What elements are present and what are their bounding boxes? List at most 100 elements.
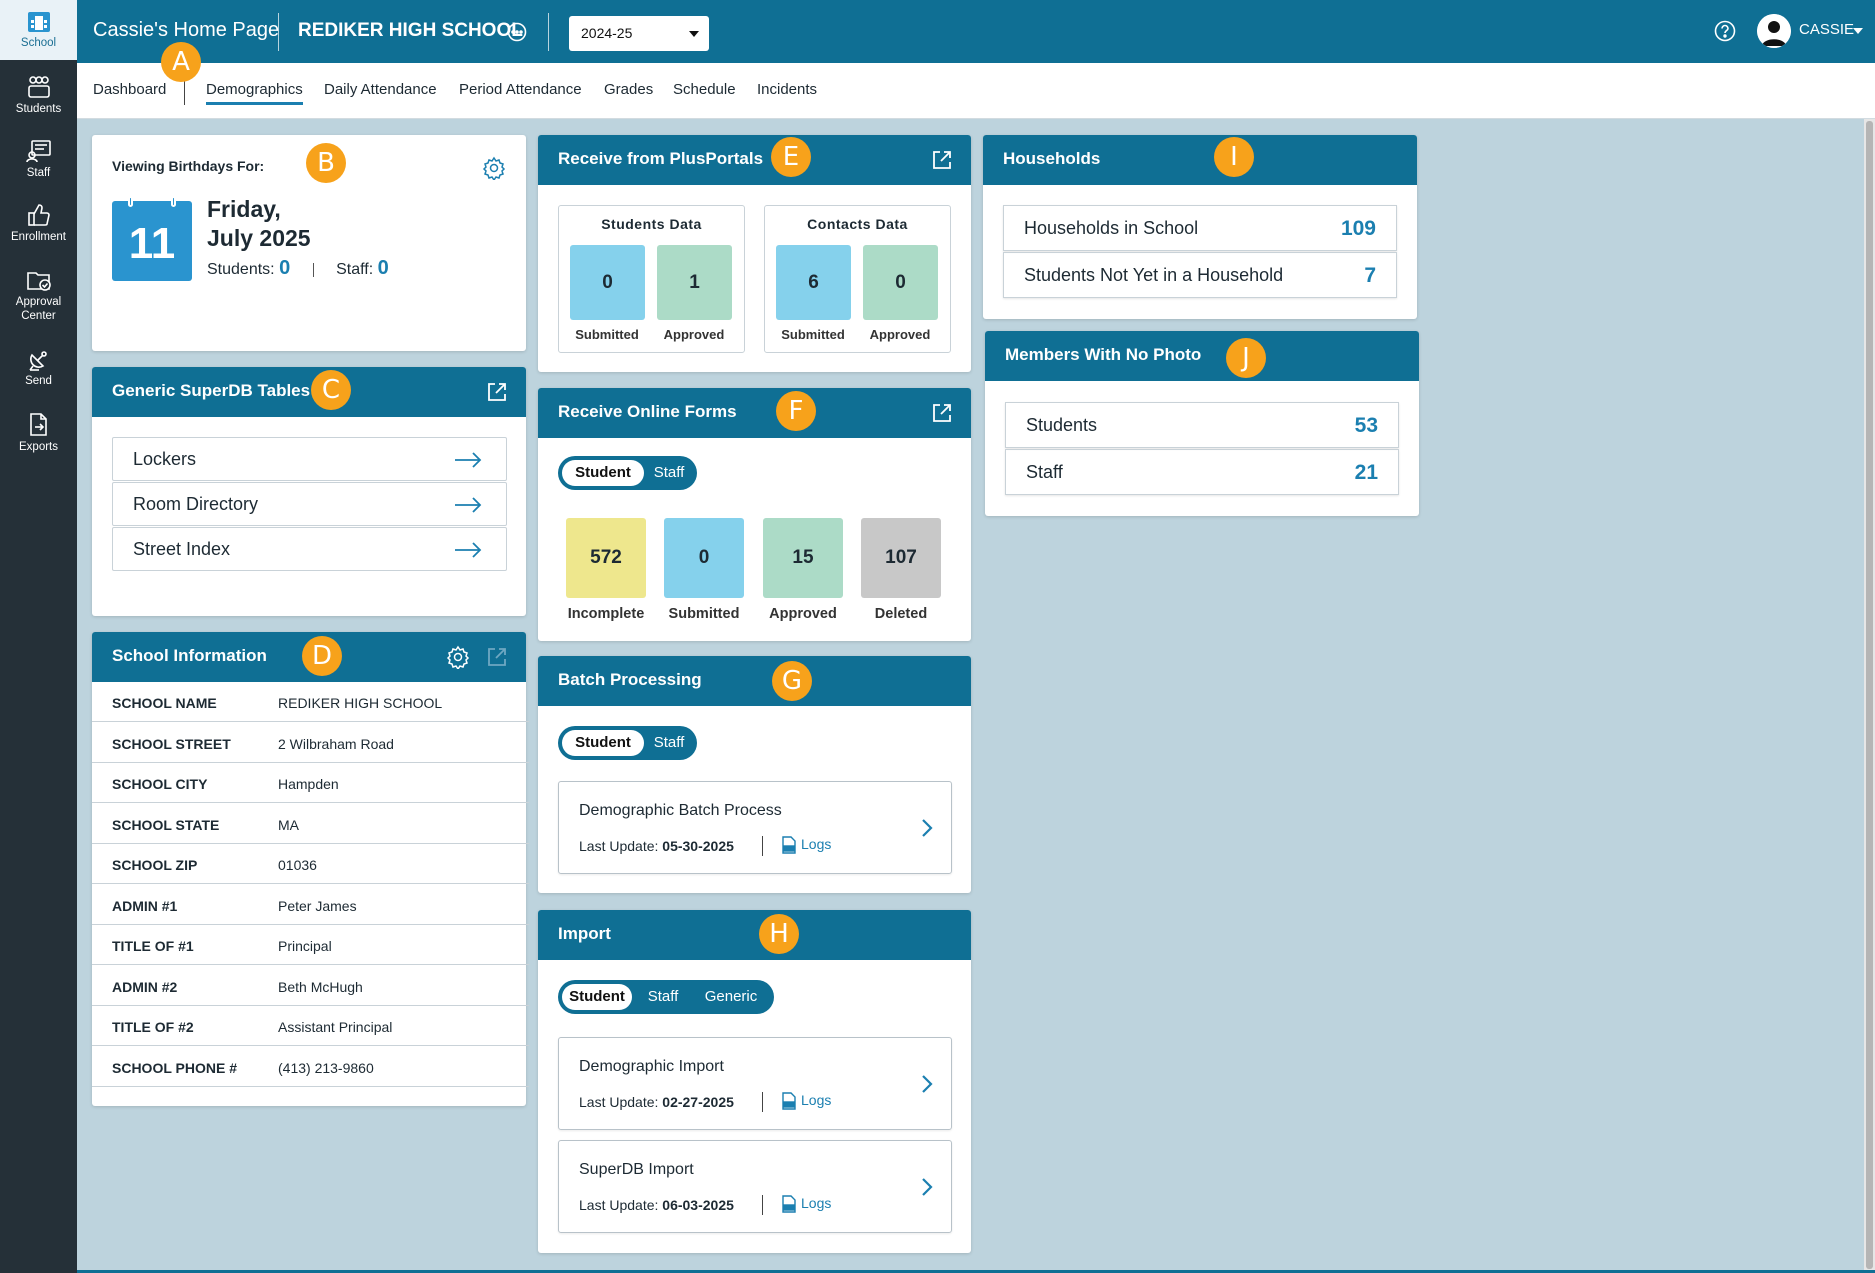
satellite-icon (28, 351, 47, 371)
toggle-student[interactable]: Student (562, 984, 632, 1010)
rail-item-enrollment[interactable]: Enrollment (0, 203, 77, 244)
log-file-icon (782, 1195, 796, 1213)
superdb-import-item[interactable]: SuperDB Import Last Update: 06-03-2025 L… (558, 1140, 952, 1233)
external-link-icon[interactable] (931, 149, 953, 176)
toggle-staff[interactable]: Staff (646, 730, 692, 756)
logs-label: Logs (801, 1195, 832, 1211)
scrollbar[interactable] (1864, 119, 1875, 1273)
students-not-in-household-row[interactable]: Students Not Yet in a Household 7 (1003, 252, 1397, 298)
incomplete-tile[interactable]: 572 (566, 518, 646, 598)
tab-period-attendance[interactable]: Period Attendance (459, 81, 582, 98)
contacts-approved-tile[interactable]: 0 (863, 245, 938, 320)
divider (762, 836, 763, 856)
toggle-student[interactable]: Student (562, 460, 644, 486)
approved-tile[interactable]: 15 (763, 518, 843, 598)
divider (312, 262, 314, 277)
last-update-date: 05-30-2025 (662, 838, 734, 854)
help-icon[interactable] (1714, 20, 1736, 47)
rail-label: Send (25, 375, 52, 387)
last-update: Last Update: 02-27-2025 (579, 1094, 734, 1110)
birthdays-label: Viewing Birthdays For: (112, 158, 265, 174)
student-staff-toggle[interactable]: Student Staff (558, 456, 697, 490)
batch-process-item[interactable]: Demographic Batch Process Last Update: 0… (558, 781, 952, 874)
arrow-right-icon (455, 542, 482, 558)
external-link-icon (486, 646, 508, 673)
field-value: Hampden (278, 776, 339, 792)
tab-grades[interactable]: Grades (604, 81, 653, 98)
tile-label: Incomplete (567, 606, 645, 622)
logs-link[interactable]: Logs (781, 836, 831, 854)
superdb-item-lockers[interactable]: Lockers (112, 437, 507, 481)
tile-label: Submitted (668, 606, 740, 622)
last-update-label: Last Update: (579, 838, 659, 854)
badge-a: A (161, 42, 201, 82)
rail-item-school[interactable]: School (0, 0, 77, 60)
households-in-school-row[interactable]: Households in School 109 (1003, 205, 1397, 251)
rail-label: School (20, 37, 57, 49)
tile-label: Deleted (874, 606, 928, 622)
badge-e: E (771, 137, 811, 177)
avatar[interactable] (1757, 14, 1791, 48)
row-value: 21 (1354, 461, 1378, 484)
row-label: Students (1026, 415, 1098, 435)
import-type-toggle[interactable]: Student Staff Generic (558, 980, 774, 1014)
students-count[interactable]: 0 (279, 257, 290, 279)
students-approved-tile[interactable]: 1 (657, 245, 732, 320)
logs-link[interactable]: Logs (781, 1092, 831, 1110)
gear-icon[interactable] (446, 645, 470, 674)
staff-label: Staff: (336, 261, 374, 278)
staff-no-photo-row[interactable]: Staff 21 (1005, 449, 1399, 495)
logs-label: Logs (801, 836, 832, 852)
list-item-label: Street Index (133, 539, 231, 559)
rail-item-students[interactable]: Students (0, 75, 77, 116)
tab-demographics[interactable]: Demographics (206, 81, 303, 105)
rail-item-staff[interactable]: Staff (0, 139, 77, 180)
deleted-tile[interactable]: 107 (861, 518, 941, 598)
external-link-icon[interactable] (931, 402, 953, 429)
card-title: Receive from PlusPortals (558, 149, 764, 168)
tab-dashboard[interactable]: Dashboard (93, 81, 166, 98)
field-value: Peter James (278, 898, 357, 914)
field-key: SCHOOL CITY (112, 776, 208, 792)
submitted-tile[interactable]: 0 (664, 518, 744, 598)
tab-daily-attendance[interactable]: Daily Attendance (324, 81, 437, 98)
demographic-import-item[interactable]: Demographic Import Last Update: 02-27-20… (558, 1037, 952, 1130)
students-no-photo-row[interactable]: Students 53 (1005, 402, 1399, 448)
arrow-right-icon (455, 497, 482, 513)
logs-link[interactable]: Logs (781, 1195, 831, 1213)
tab-schedule[interactable]: Schedule (673, 81, 736, 98)
toggle-staff[interactable]: Staff (646, 460, 692, 486)
scrollbar-thumb[interactable] (1866, 121, 1873, 1269)
group-title: Contacts Data (807, 216, 908, 232)
import-card: Import Student Staff Generic Demographic… (538, 910, 971, 1253)
superdb-item-street-index[interactable]: Street Index (112, 527, 507, 571)
school-year-select[interactable]: 2024-25 (569, 16, 709, 51)
table-row: TITLE OF #2 Assistant Principal (92, 1006, 529, 1046)
rail-item-approval-center[interactable]: Approval Center (0, 268, 77, 323)
chevron-down-icon[interactable] (1853, 28, 1863, 34)
students-submitted-tile[interactable]: 0 (570, 245, 645, 320)
field-value: Assistant Principal (278, 1019, 393, 1035)
table-row: SCHOOL STATE MA (92, 804, 529, 844)
toggle-staff[interactable]: Staff (638, 984, 688, 1010)
page-title[interactable]: Cassie's Home Page (93, 19, 279, 42)
more-options-icon[interactable] (507, 22, 527, 47)
user-menu[interactable]: CASSIE (1799, 21, 1854, 38)
superdb-item-room-directory[interactable]: Room Directory (112, 482, 507, 526)
toggle-generic[interactable]: Generic (692, 984, 770, 1010)
rail-item-send[interactable]: Send (0, 347, 77, 388)
school-name[interactable]: REDIKER HIGH SCHOOL (298, 20, 523, 42)
gear-icon[interactable] (482, 156, 506, 185)
tab-incidents[interactable]: Incidents (757, 81, 817, 98)
rail-item-exports[interactable]: Exports (0, 413, 77, 454)
external-link-icon[interactable] (486, 381, 508, 408)
toggle-student[interactable]: Student (562, 730, 644, 756)
contacts-submitted-tile[interactable]: 6 (776, 245, 851, 320)
field-key: SCHOOL NAME (112, 695, 217, 711)
birthday-date: Friday, July 2025 (207, 195, 311, 253)
online-forms-card: Receive Online Forms Student Staff 572 0… (538, 388, 971, 641)
staff-count[interactable]: 0 (378, 257, 389, 279)
badge-i: I (1214, 137, 1254, 177)
student-staff-toggle[interactable]: Student Staff (558, 726, 697, 760)
no-photo-header: Members With No Photo (985, 331, 1419, 381)
